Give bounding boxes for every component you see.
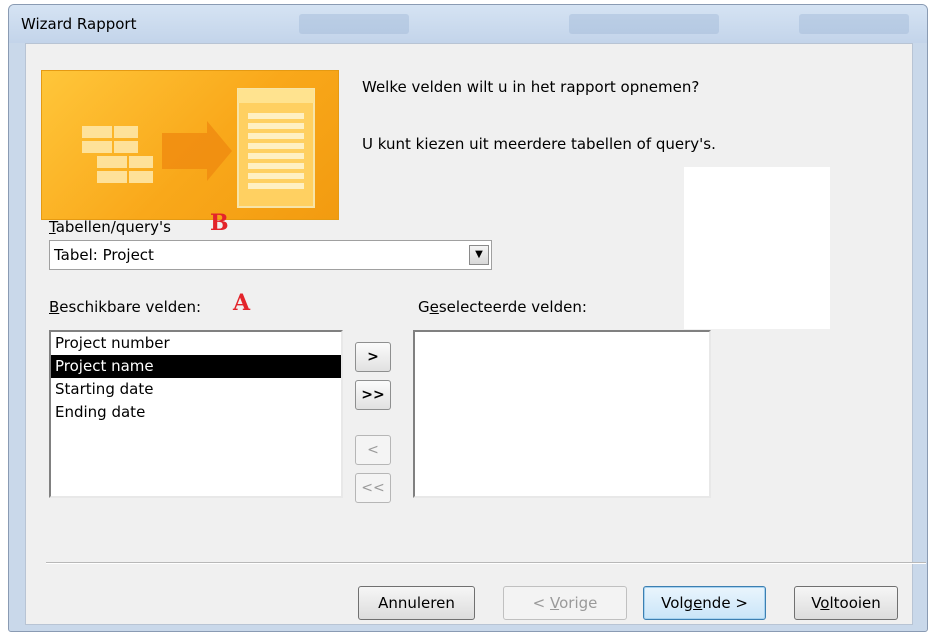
tables-combobox[interactable]: Tabel: Project ▼ [49,240,492,270]
cancel-button[interactable]: Annuleren [358,586,475,620]
remove-field-button[interactable]: < [355,435,391,465]
background-ghost [569,14,719,34]
list-item[interactable]: Project number [51,332,341,355]
chevron-down-icon[interactable]: ▼ [469,245,489,265]
remove-all-fields-button[interactable]: << [355,473,391,503]
tables-combobox-value: Tabel: Project [54,246,154,264]
available-fields-label: Beschikbare velden: [49,298,202,316]
list-item[interactable]: Starting date [51,378,341,401]
wizard-hint: U kunt kiezen uit meerdere tabellen of q… [362,135,716,153]
next-button[interactable]: Volgende > [643,586,766,620]
annotation-marker-b: B [210,210,229,236]
previous-button[interactable]: < Vorige [503,586,627,620]
selected-fields-label: Geselecteerde velden: [418,298,587,316]
footer-divider [46,562,926,564]
list-item-selected[interactable]: Project name [51,355,341,378]
add-all-fields-button[interactable]: >> [355,380,391,410]
wizard-question: Welke velden wilt u in het rapport opnem… [362,78,700,96]
wizard-body: Welke velden wilt u in het rapport opnem… [25,43,926,625]
list-item[interactable]: Ending date [51,401,341,424]
background-ghost [299,14,409,34]
annotation-marker-a: A [233,290,251,316]
wizard-banner-image [41,70,339,220]
background-ghost [799,14,909,34]
selected-fields-listbox[interactable] [413,330,711,498]
report-wizard-illustration [82,88,315,208]
window-title: Wizard Rapport [21,15,137,33]
finish-button[interactable]: Voltooien [794,586,898,620]
wizard-window: Wizard Rapport Welke velden wilt u in he… [8,4,928,632]
title-bar[interactable]: Wizard Rapport [9,5,927,43]
add-field-button[interactable]: > [355,342,391,372]
available-fields-listbox[interactable]: Project number Project name Starting dat… [49,330,343,498]
tables-label: Tabellen/query's [49,218,171,236]
blank-patch [684,167,830,329]
